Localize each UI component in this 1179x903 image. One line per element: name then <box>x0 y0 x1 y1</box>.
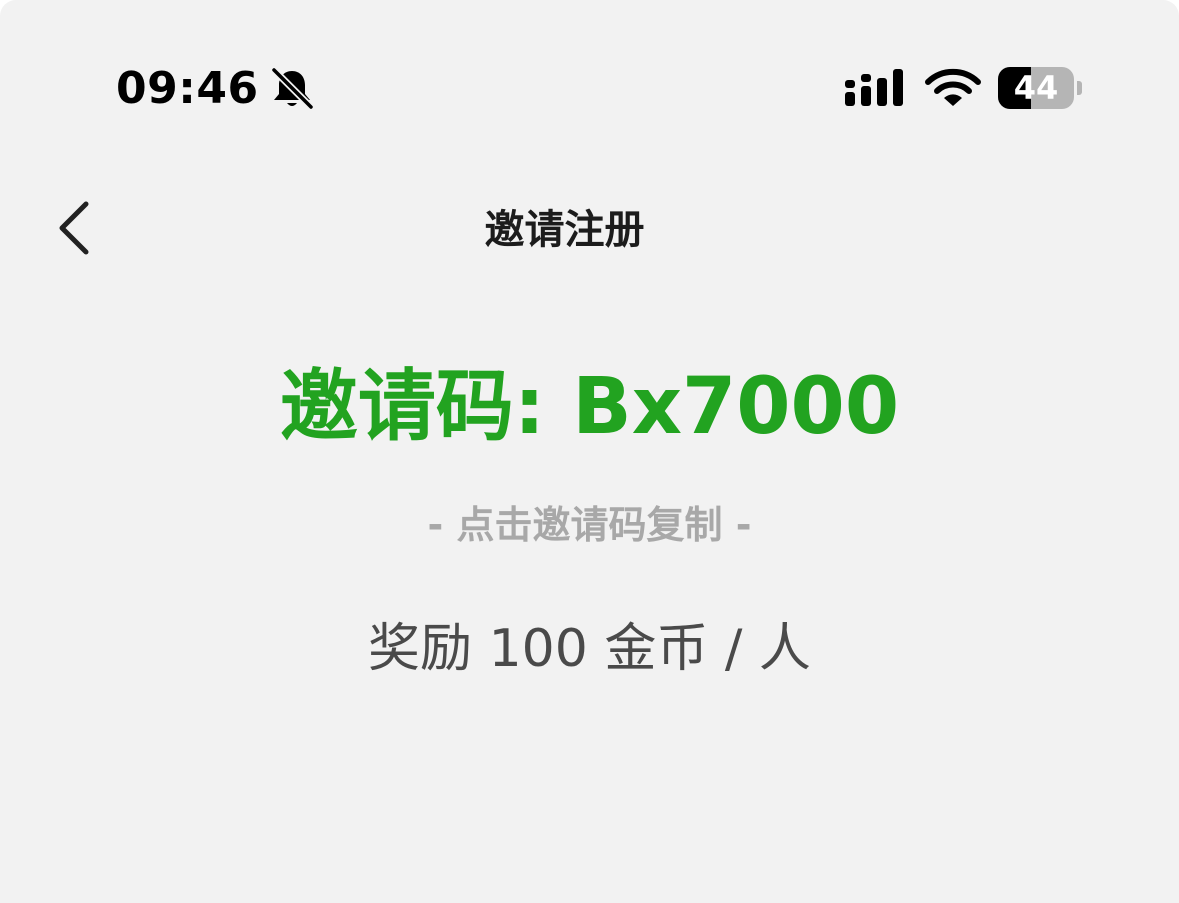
bell-muted-icon <box>270 66 315 110</box>
app-screen: 09:46 44 邀请注册 邀请码: Bx7000 - 点击邀请码复制 - 奖励 <box>0 0 1179 903</box>
wifi-icon <box>925 68 981 106</box>
battery-tip <box>1077 81 1082 95</box>
invite-code-button[interactable]: 邀请码: Bx7000 <box>0 352 1179 462</box>
status-time: 09:46 <box>116 62 259 114</box>
battery-icon: 44 <box>998 67 1084 109</box>
battery-body: 44 <box>998 67 1074 109</box>
copy-hint-text: - 点击邀请码复制 - <box>427 503 752 547</box>
battery-level: 44 <box>1013 69 1059 107</box>
reward-text: 奖励 100 金币 / 人 <box>368 619 811 679</box>
page-title: 邀请注册 <box>484 207 645 253</box>
cellular-signal-icon <box>845 69 903 106</box>
